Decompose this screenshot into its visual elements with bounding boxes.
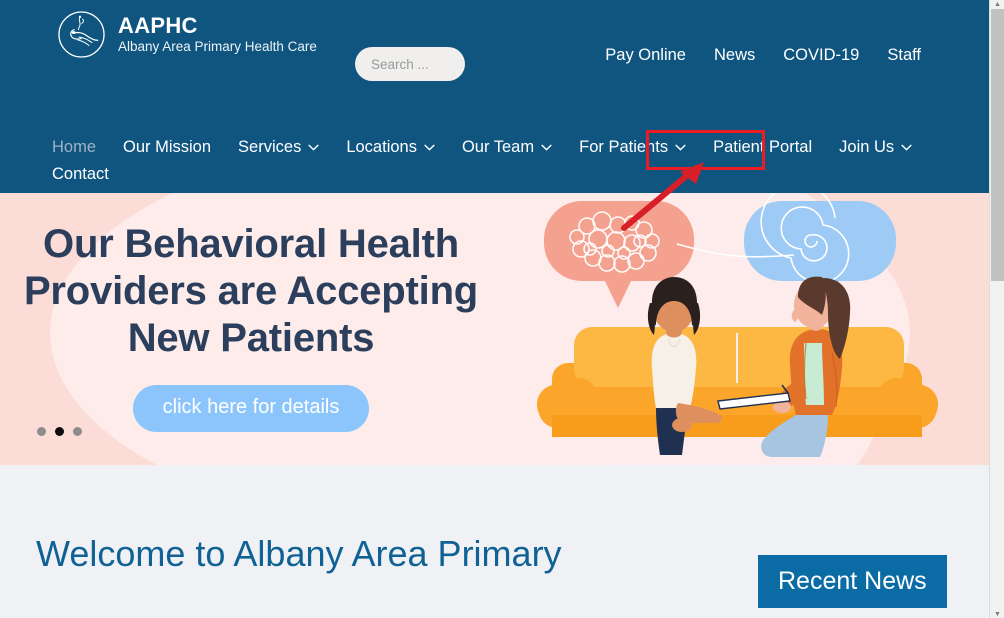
nav-item-contact[interactable]: Contact	[52, 163, 109, 186]
main-content: Welcome to Albany Area Primary Recent Ne…	[0, 465, 996, 618]
nav-item-home[interactable]: Home	[52, 136, 96, 159]
brand-title: AAPHC	[118, 12, 198, 38]
brand-text: AAPHC Albany Area Primary Health Care	[118, 12, 317, 56]
nav-item-join-us[interactable]: Join Us	[839, 136, 912, 159]
chevron-down-icon	[901, 144, 912, 151]
nav-item-label: Locations	[346, 138, 417, 156]
search-input[interactable]	[355, 47, 465, 81]
hero-cta-button[interactable]: click here for details	[132, 384, 370, 432]
site-header: AAPHC Albany Area Primary Health Care Pa…	[0, 0, 996, 193]
nav-item-services[interactable]: Services	[238, 136, 319, 159]
nav-item-label: Our Mission	[123, 138, 212, 156]
chevron-down-icon	[424, 144, 435, 151]
utility-nav: Pay Online News COVID-19 Staff	[605, 46, 921, 65]
scroll-up-arrow-icon[interactable]: ▲	[990, 0, 1004, 8]
chevron-down-icon	[675, 144, 686, 151]
nav-item-locations[interactable]: Locations	[346, 136, 435, 159]
hero-copy: Our Behavioral Health Providers are Acce…	[12, 221, 490, 432]
brand-subtitle: Albany Area Primary Health Care	[118, 38, 317, 54]
utility-nav-item-covid19[interactable]: COVID-19	[783, 46, 859, 65]
nav-item-for-patients[interactable]: For Patients	[579, 136, 686, 159]
recent-news-heading: Recent News	[758, 555, 947, 608]
brand-block[interactable]: AAPHC Albany Area Primary Health Care	[57, 10, 317, 59]
aaphc-circle-logo-icon	[58, 11, 105, 58]
chevron-down-icon	[541, 144, 552, 151]
slider-dot-2-active[interactable]	[55, 427, 64, 436]
hero-title-line-1: Our Behavioral Health	[43, 222, 459, 266]
hero-title-line-3: New Patients	[127, 316, 375, 361]
therapy-session-illustration	[536, 193, 939, 465]
nav-item-label: Join Us	[839, 138, 895, 156]
nav-item-label: Patient Portal	[713, 138, 813, 156]
slider-dots	[37, 427, 82, 436]
nav-item-label: Services	[238, 138, 302, 156]
scrollbar-thumb[interactable]	[991, 9, 1004, 281]
utility-nav-item-staff[interactable]: Staff	[887, 46, 921, 65]
nav-item-label: For Patients	[579, 138, 669, 156]
chevron-down-icon	[308, 144, 319, 151]
hero-slider: Our Behavioral Health Providers are Acce…	[0, 193, 996, 465]
hero-title-line-2: Providers are Accepting	[23, 269, 479, 314]
slider-dot-3[interactable]	[73, 427, 82, 436]
page-root: AAPHC Albany Area Primary Health Care Pa…	[0, 0, 1004, 618]
scroll-down-arrow-icon[interactable]: ▼	[990, 610, 1004, 618]
nav-item-label: Our Team	[461, 138, 535, 156]
utility-nav-item-pay-online[interactable]: Pay Online	[605, 46, 686, 65]
slider-dot-1[interactable]	[37, 427, 46, 436]
hero-title: Our Behavioral Health Providers are Acce…	[12, 221, 490, 363]
page-scrollbar[interactable]: ▲ ▼	[989, 0, 1004, 618]
main-navigation: Home Our Mission Services Locations Our …	[52, 136, 936, 186]
nav-item-label: Contact	[52, 165, 109, 183]
page-title: Welcome to Albany Area Primary	[36, 533, 562, 574]
nav-item-patient-portal[interactable]: Patient Portal	[713, 136, 812, 159]
nav-item-our-mission[interactable]: Our Mission	[123, 136, 211, 159]
nav-item-label: Home	[52, 138, 97, 156]
nav-item-our-team[interactable]: Our Team	[462, 136, 552, 159]
website-viewport: AAPHC Albany Area Primary Health Care Pa…	[0, 0, 996, 618]
utility-nav-item-news[interactable]: News	[714, 46, 755, 65]
